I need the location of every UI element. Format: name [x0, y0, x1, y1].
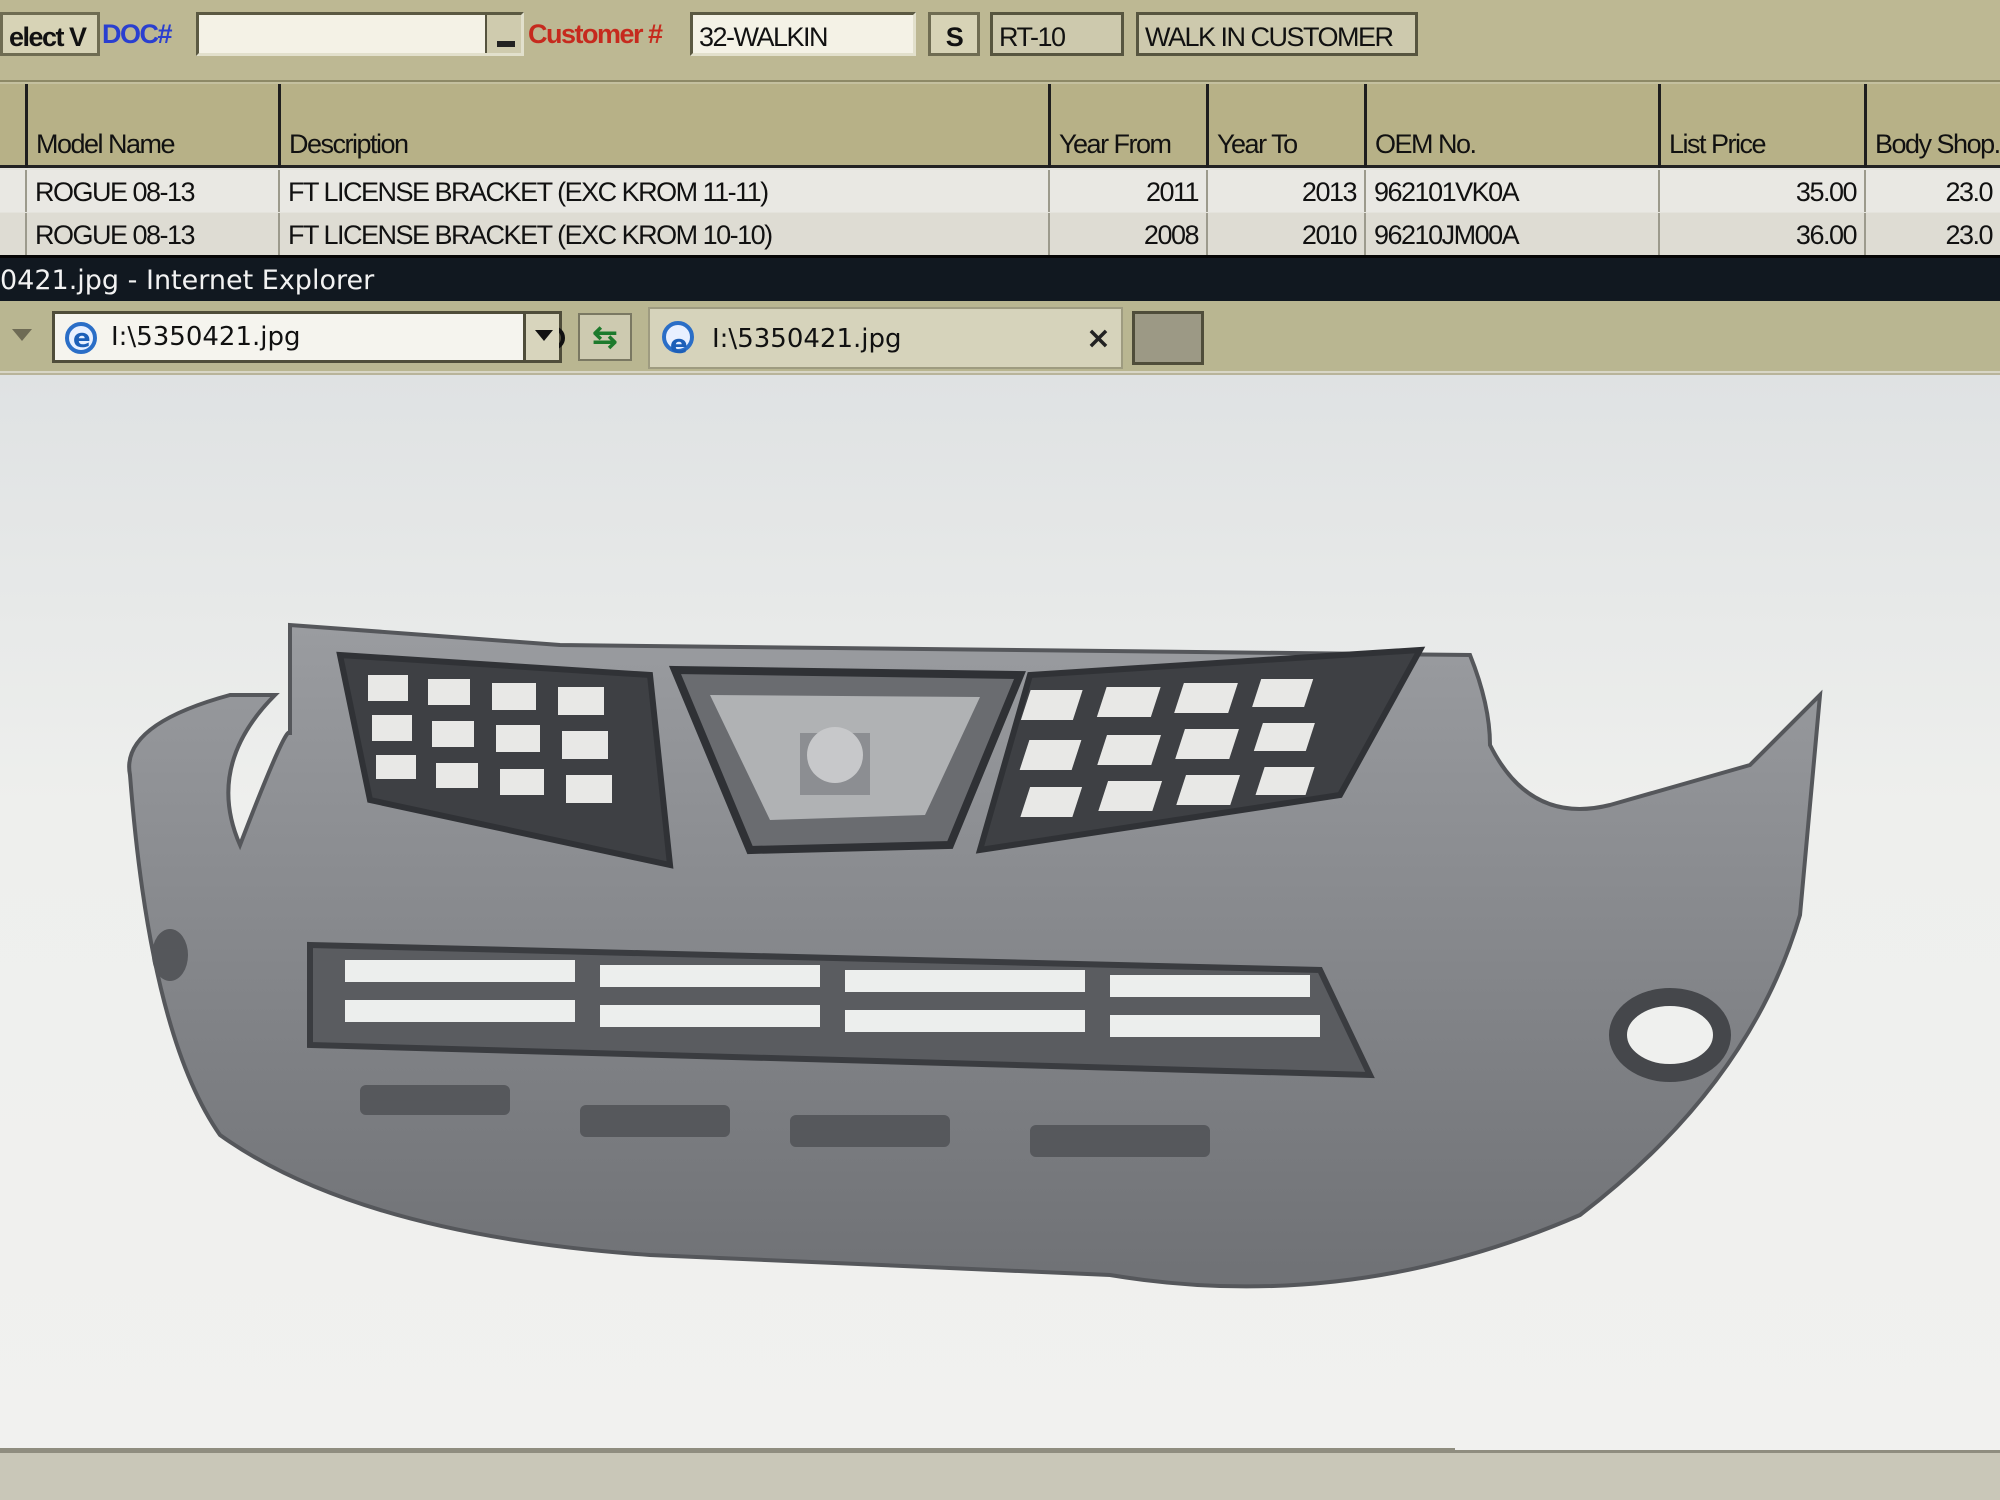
customer-search-button[interactable]: S	[928, 12, 980, 56]
col-oem-no[interactable]: OEM No.	[1364, 84, 1658, 168]
cell-model-name: ROGUE 08-13	[25, 170, 278, 212]
col-year-to[interactable]: Year To	[1206, 84, 1364, 168]
doc-number-field[interactable]	[196, 12, 524, 56]
col-description[interactable]: Description	[278, 84, 1048, 168]
parts-grid: Model Name Description Year From Year To…	[0, 84, 2000, 255]
tab-image[interactable]: I:\5350421.jpg ×	[648, 307, 1123, 375]
address-text: I:\5350421.jpg	[111, 322, 301, 352]
col-body-shop[interactable]: Body Shop.	[1864, 84, 2000, 168]
ie-logo-icon	[662, 315, 694, 375]
col-model-name[interactable]: Model Name	[25, 84, 278, 168]
cell-model-name: ROGUE 08-13	[25, 213, 278, 255]
customer-label: Customer #	[528, 19, 663, 49]
col-list-price[interactable]: List Price	[1658, 84, 1864, 168]
cell-year-to: 2010	[1206, 213, 1364, 255]
ie-window-title: 0421.jpg - Internet Explorer	[0, 265, 375, 296]
ie-page-icon	[65, 316, 97, 362]
cell-description: FT LICENSE BRACKET (EXC KROM 11-11)	[278, 170, 1048, 212]
cell-oem-no: 962101VK0A	[1364, 170, 1658, 212]
lookup-toolbar: elect V DOC# Customer # 32-WALKIN S RT-1…	[0, 0, 2000, 82]
customer-name-field: WALK IN CUSTOMER	[1136, 12, 1418, 56]
doc-label: DOC#	[102, 19, 173, 49]
parts-lookup-app: elect V DOC# Customer # 32-WALKIN S RT-1…	[0, 0, 2000, 255]
cell-list-price: 35.00	[1658, 170, 1864, 212]
doc-dropdown-icon[interactable]	[485, 15, 521, 53]
table-row[interactable]: ROGUE 08-13 FT LICENSE BRACKET (EXC KROM…	[0, 213, 2000, 255]
close-icon[interactable]: ×	[1086, 309, 1111, 369]
customer-number-field[interactable]: 32-WALKIN	[690, 12, 916, 56]
ie-navigation-bar: I:\5350421.jpg ⇆ I:\5350421.jpg ×	[0, 301, 2000, 375]
new-tab-button[interactable]	[1132, 311, 1204, 365]
refresh-icon[interactable]: ⇆	[578, 313, 632, 361]
cell-year-to: 2013	[1206, 170, 1364, 212]
route-field[interactable]: RT-10	[990, 12, 1124, 56]
cell-oem-no: 96210JM00A	[1364, 213, 1658, 255]
table-row[interactable]: ROGUE 08-13 FT LICENSE BRACKET (EXC KROM…	[0, 170, 2000, 212]
select-vehicle-button[interactable]: elect V	[0, 12, 100, 56]
grid-header: Model Name Description Year From Year To…	[0, 84, 2000, 168]
address-dropdown-icon[interactable]	[523, 314, 559, 360]
screen-bottom-edge	[0, 1450, 2000, 1500]
cell-list-price: 36.00	[1658, 213, 1864, 255]
cell-description: FT LICENSE BRACKET (EXC KROM 10-10)	[278, 213, 1048, 255]
address-bar[interactable]: I:\5350421.jpg	[52, 311, 565, 363]
ie-title-bar: 0421.jpg - Internet Explorer	[0, 255, 2000, 301]
cell-year-from: 2008	[1048, 213, 1206, 255]
tab-label: I:\5350421.jpg	[712, 324, 902, 354]
front-bumper-image	[127, 622, 1823, 1289]
cell-body-shop: 23.0	[1864, 213, 2000, 255]
image-viewer	[0, 375, 2000, 1450]
cell-body-shop: 23.0	[1864, 170, 2000, 212]
back-dropdown-icon[interactable]	[12, 329, 32, 341]
col-year-from[interactable]: Year From	[1048, 84, 1206, 168]
cell-year-from: 2011	[1048, 170, 1206, 212]
